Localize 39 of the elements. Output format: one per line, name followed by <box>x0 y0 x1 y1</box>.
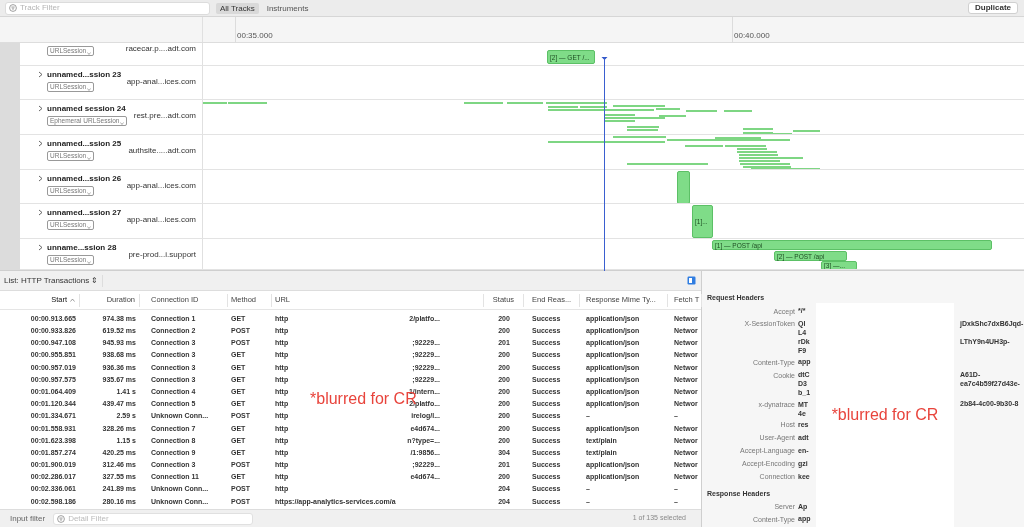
host-label: app-anal...ices.com <box>126 76 196 88</box>
session-name: unnamed...ssion 27 <box>47 207 123 219</box>
host-label: app-anal...ices.com <box>126 214 196 226</box>
session-name: unnamed session 24 <box>47 103 127 115</box>
time-label: 00:35.000 <box>237 30 273 42</box>
redaction-note: *blurred for CR <box>831 405 939 425</box>
dropdown-caret-icon <box>87 226 92 229</box>
dropdown-caret-icon <box>87 157 92 160</box>
session-name: unname...ssion 28 <box>47 242 118 254</box>
time-label: 00:40.000 <box>734 30 770 42</box>
scope-tab[interactable]: Instruments <box>262 2 313 14</box>
duplicate-button[interactable]: Duplicate <box>968 2 1018 14</box>
host-label: pre-prod...i.support <box>128 249 196 261</box>
session-name: unnamed...ssion 25 <box>47 138 123 150</box>
disclosure-chevron-icon <box>38 140 43 147</box>
disclosure-chevron-icon <box>38 209 43 216</box>
host-label: app-anal...ices.com <box>126 180 196 192</box>
dropdown-caret-icon <box>87 52 92 55</box>
sort-ascending-icon <box>70 298 75 302</box>
dropdown-caret-icon <box>120 122 125 125</box>
sidebar-toggle-icon <box>687 276 696 285</box>
input-filter-label: Input filter <box>10 512 46 525</box>
disclosure-chevron-icon <box>38 175 43 182</box>
filter-icon <box>57 514 66 523</box>
dropdown-caret-icon <box>87 192 92 195</box>
dropdown-caret-icon <box>87 261 92 264</box>
scope-tab[interactable]: All Tracks <box>216 2 259 14</box>
host-label: rest.pre...adt.com <box>133 110 196 122</box>
request-block <box>677 171 690 203</box>
host-label: authsite.....adt.com <box>128 145 196 157</box>
host-label: racecar.p....adt.com <box>125 43 196 55</box>
dropdown-caret-icon <box>87 88 92 91</box>
session-name: unnamed...ssion 23 <box>47 69 123 81</box>
session-name: unnamed...ssion 26 <box>47 173 123 185</box>
list-selector[interactable]: List: HTTP Transactions ⇕ <box>4 274 104 287</box>
disclosure-chevron-icon <box>38 105 43 112</box>
disclosure-chevron-icon <box>38 244 43 251</box>
disclosure-chevron-icon <box>38 71 43 78</box>
filter-icon <box>9 4 17 12</box>
